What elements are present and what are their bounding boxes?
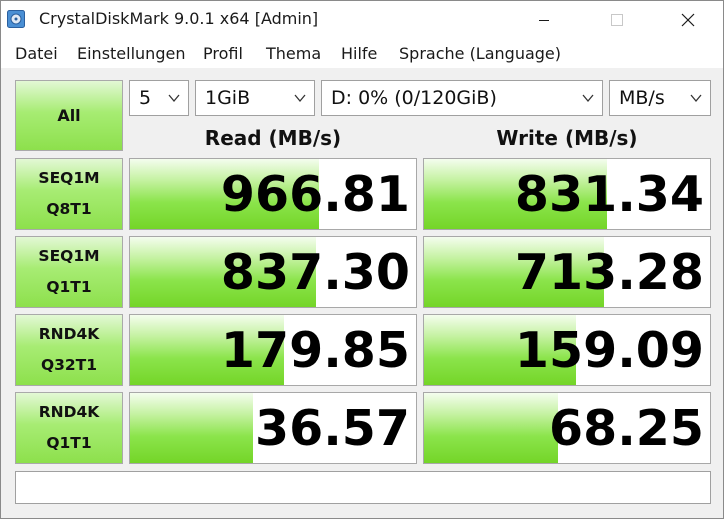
count-value: 5 [139, 87, 152, 109]
drive-value: D: 0% (0/120GiB) [331, 87, 497, 109]
write-result-value: 159.09 [514, 322, 704, 379]
read-header: Read (MB/s) [204, 126, 342, 150]
write-result-seq1m-q1t1: 713.28 [423, 236, 711, 308]
menu-item-settings[interactable]: Einstellungen [77, 44, 185, 63]
test-label-line2: Q1T1 [46, 434, 92, 452]
count-select[interactable]: 5 [129, 80, 189, 116]
read-result-seq1m-q8t1: 966.81 [129, 158, 417, 230]
test-label-line1: SEQ1M [38, 247, 100, 265]
chevron-down-icon [168, 94, 180, 103]
read-result-rnd4k-q1t1: 36.57 [129, 392, 417, 464]
menu-item-help[interactable]: Hilfe [341, 44, 377, 63]
size-select[interactable]: 1GiB [195, 80, 315, 116]
read-result-value: 179.85 [220, 322, 410, 379]
menu-item-theme[interactable]: Thema [266, 44, 321, 63]
write-result-value: 831.34 [514, 166, 704, 223]
test-label-line2: Q32T1 [40, 356, 98, 374]
test-button-seq1m-q1t1[interactable]: SEQ1M Q1T1 [15, 236, 123, 308]
minimize-button[interactable] [521, 1, 567, 38]
test-label-line1: RND4K [38, 403, 100, 421]
window-title: CrystalDiskMark 9.0.1 x64 [Admin] [39, 9, 319, 28]
unit-select[interactable]: MB/s [609, 80, 711, 116]
app-icon [7, 10, 25, 28]
comment-field[interactable] [15, 471, 711, 504]
size-value: 1GiB [205, 87, 251, 109]
main-panel: All 5 1GiB D: 0% (0/120GiB) MB/s Read (M… [1, 68, 723, 518]
write-header: Write (MB/s) [496, 126, 638, 150]
all-button[interactable]: All [15, 80, 123, 151]
test-label-line2: Q8T1 [46, 200, 92, 218]
write-result-value: 713.28 [514, 244, 704, 301]
all-button-label: All [57, 106, 81, 125]
menu-item-profile[interactable]: Profil [203, 44, 243, 63]
read-result-seq1m-q1t1: 837.30 [129, 236, 417, 308]
chevron-down-icon [582, 94, 594, 103]
close-button[interactable] [665, 1, 711, 38]
menu-bar: Datei Einstellungen Profil Thema Hilfe S… [1, 38, 723, 68]
read-result-value: 966.81 [220, 166, 410, 223]
read-result-rnd4k-q32t1: 179.85 [129, 314, 417, 386]
drive-select[interactable]: D: 0% (0/120GiB) [321, 80, 603, 116]
title-bar: CrystalDiskMark 9.0.1 x64 [Admin] [1, 1, 723, 38]
maximize-icon [611, 13, 623, 26]
close-icon [681, 13, 695, 26]
test-label-line1: SEQ1M [38, 169, 100, 187]
read-result-bar [130, 393, 253, 463]
test-label-line2: Q1T1 [46, 278, 92, 296]
test-button-seq1m-q8t1[interactable]: SEQ1M Q8T1 [15, 158, 123, 230]
menu-item-file[interactable]: Datei [15, 44, 58, 63]
write-result-bar [424, 393, 559, 463]
unit-value: MB/s [619, 87, 665, 109]
test-label-line1: RND4K [38, 325, 100, 343]
write-result-rnd4k-q32t1: 159.09 [423, 314, 711, 386]
write-result-rnd4k-q1t1: 68.25 [423, 392, 711, 464]
app-window: CrystalDiskMark 9.0.1 x64 [Admin] Datei … [0, 0, 724, 519]
maximize-button[interactable] [594, 1, 640, 38]
write-result-seq1m-q8t1: 831.34 [423, 158, 711, 230]
chevron-down-icon [294, 94, 306, 103]
test-button-rnd4k-q1t1[interactable]: RND4K Q1T1 [15, 392, 123, 464]
chevron-down-icon [690, 94, 702, 103]
menu-item-language[interactable]: Sprache (Language) [399, 44, 561, 63]
write-result-value: 68.25 [549, 400, 704, 457]
test-button-rnd4k-q32t1[interactable]: RND4K Q32T1 [15, 314, 123, 386]
read-result-value: 837.30 [220, 244, 410, 301]
read-result-value: 36.57 [255, 400, 410, 457]
minimize-icon [539, 19, 549, 21]
